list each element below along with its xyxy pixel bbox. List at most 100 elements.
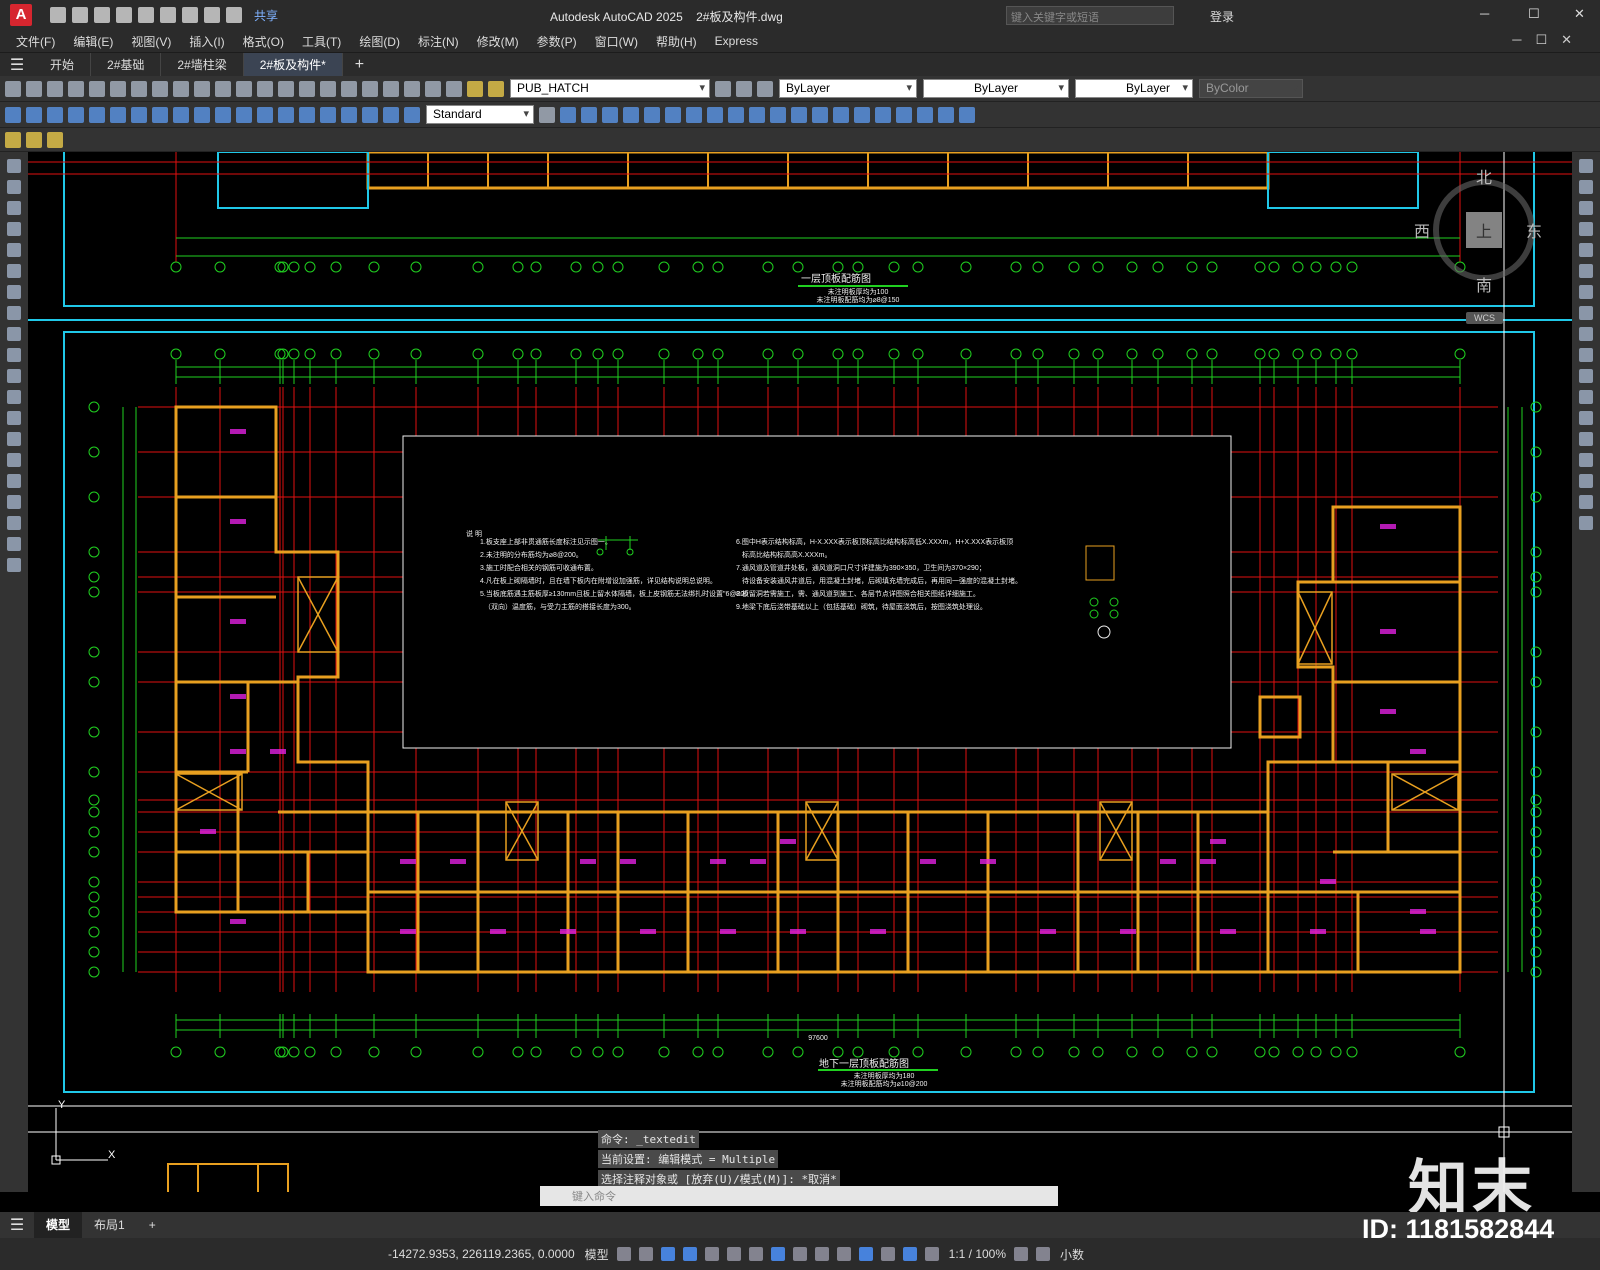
rotate-faces-icon[interactable] <box>707 106 723 123</box>
offset-icon[interactable] <box>1579 222 1593 236</box>
tab-slabs[interactable]: 2#板及构件* <box>243 52 343 77</box>
tab-start[interactable]: 开始 <box>34 52 92 77</box>
cursor-coordinates[interactable]: -14272.9353, 226119.2365, 0.0000 <box>388 1247 575 1261</box>
open-web-icon[interactable] <box>138 7 154 23</box>
linetype-dropdown[interactable]: ByLayer <box>923 79 1069 98</box>
polar-icon[interactable] <box>704 1247 719 1261</box>
document-window-controls[interactable]: ─☐✕ <box>1512 32 1586 48</box>
scale-icon[interactable] <box>1579 306 1593 320</box>
undo-tool-icon[interactable] <box>215 80 231 97</box>
spline-icon[interactable] <box>7 327 21 341</box>
save-icon[interactable] <box>94 7 110 23</box>
workspace-icon[interactable] <box>1014 1247 1029 1261</box>
transparency-icon[interactable] <box>814 1247 829 1261</box>
make-current-icon[interactable] <box>715 80 731 97</box>
point-icon[interactable] <box>7 432 21 446</box>
subtract-icon[interactable] <box>581 106 597 123</box>
layer-dropdown[interactable]: PUB_HATCH <box>510 79 710 98</box>
menu-tools[interactable]: 工具(T) <box>302 33 341 50</box>
dim-space-icon[interactable] <box>236 106 252 123</box>
autocad-logo-icon[interactable]: A <box>10 4 32 26</box>
new-icon[interactable] <box>5 80 21 97</box>
help-search-input[interactable]: 键入关键字或短语 <box>1006 6 1174 25</box>
wcs-button[interactable]: WCS <box>1466 312 1503 324</box>
erase-icon[interactable] <box>1579 159 1593 173</box>
check-icon[interactable] <box>875 106 891 123</box>
plus-icon[interactable] <box>1036 1247 1051 1261</box>
menu-file[interactable]: 文件(F) <box>16 33 55 50</box>
menu-window[interactable]: 窗口(W) <box>595 33 638 50</box>
dim-style-dropdown[interactable]: Standard <box>426 105 534 124</box>
paste-icon[interactable] <box>173 80 189 97</box>
block-editor-icon[interactable] <box>5 131 21 148</box>
polygon-icon[interactable] <box>7 222 21 236</box>
table-icon[interactable] <box>7 516 21 530</box>
print-icon[interactable] <box>68 80 84 97</box>
minimize-icon[interactable]: ─ <box>1480 6 1489 21</box>
dim-style-icon[interactable] <box>539 106 555 123</box>
color-faces-icon[interactable] <box>770 106 786 123</box>
layer-properties-icon[interactable] <box>446 80 462 97</box>
calculator-icon[interactable] <box>404 80 420 97</box>
units-dropdown[interactable]: 小数 <box>1060 1246 1084 1263</box>
viewcube-west[interactable]: 西 <box>1414 218 1430 242</box>
annotation-visibility-icon[interactable] <box>902 1247 917 1261</box>
xref-icon[interactable] <box>47 131 63 148</box>
redo-tool-icon[interactable] <box>236 80 252 97</box>
explode-icon[interactable] <box>1579 516 1593 530</box>
tab-foundation[interactable]: 2#基础 <box>91 52 162 77</box>
shell-icon[interactable] <box>854 106 870 123</box>
box-icon[interactable] <box>896 106 912 123</box>
break-icon[interactable] <box>1579 411 1593 425</box>
new-file-icon[interactable] <box>50 7 66 23</box>
union-icon[interactable] <box>560 106 576 123</box>
layer-on-icon[interactable] <box>467 80 483 97</box>
dim-break-icon[interactable] <box>257 106 273 123</box>
quick-dim-icon[interactable] <box>173 106 189 123</box>
inspection-icon[interactable] <box>320 106 336 123</box>
rectangle-icon[interactable] <box>7 243 21 257</box>
revcloud-icon[interactable] <box>7 306 21 320</box>
array-icon[interactable] <box>1579 243 1593 257</box>
drawing-canvas[interactable]: 一层顶板配筋图 未注明板厚均为100 未注明板配筋均为⌀8@150 说 明 1.… <box>28 152 1572 1192</box>
lineweight-icon[interactable] <box>792 1247 807 1261</box>
grid-icon[interactable] <box>616 1247 631 1261</box>
stretch-icon[interactable] <box>1579 327 1593 341</box>
diameter-icon[interactable] <box>131 106 147 123</box>
rotate-icon[interactable] <box>1579 285 1593 299</box>
angular-icon[interactable] <box>152 106 168 123</box>
line-icon[interactable] <box>7 159 21 173</box>
tolerance-icon[interactable] <box>278 106 294 123</box>
new-tab-icon[interactable]: + <box>343 56 376 74</box>
ortho-icon[interactable] <box>682 1247 697 1261</box>
fillet-icon[interactable] <box>1579 474 1593 488</box>
undo-icon[interactable] <box>204 7 220 23</box>
menu-format[interactable]: 格式(O) <box>243 33 284 50</box>
intersect-icon[interactable] <box>602 106 618 123</box>
auto-scale-icon[interactable] <box>924 1247 939 1261</box>
move-icon[interactable] <box>1579 264 1593 278</box>
plotstyle-dropdown[interactable]: ByColor <box>1199 79 1303 98</box>
extend-icon[interactable] <box>1579 369 1593 383</box>
mtext-icon[interactable] <box>7 537 21 551</box>
viewcube[interactable]: 北 南 东 西 上 <box>1414 170 1542 295</box>
ellipse-arc-icon[interactable] <box>7 369 21 383</box>
cylinder-icon[interactable] <box>959 106 975 123</box>
menu-parametric[interactable]: 参数(P) <box>537 33 577 50</box>
radius-icon[interactable] <box>89 106 105 123</box>
command-input[interactable]: 键入命令 <box>540 1186 1058 1206</box>
menu-modify[interactable]: 修改(M) <box>477 33 519 50</box>
delete-faces-icon[interactable] <box>686 106 702 123</box>
tab-layout1[interactable]: 布局1 <box>82 1212 137 1238</box>
preview-icon[interactable] <box>89 80 105 97</box>
break-point-icon[interactable] <box>1579 390 1593 404</box>
gradient-icon[interactable] <box>7 474 21 488</box>
zoom-window-icon[interactable] <box>299 80 315 97</box>
isodraft-icon[interactable] <box>726 1247 741 1261</box>
dim-text-edit-icon[interactable] <box>383 106 399 123</box>
viewcube-east[interactable]: 东 <box>1526 218 1542 242</box>
design-center-icon[interactable] <box>341 80 357 97</box>
layout-menu-icon[interactable]: ☰ <box>0 1215 34 1235</box>
layer-freeze-icon[interactable] <box>488 80 504 97</box>
chamfer-icon[interactable] <box>1579 453 1593 467</box>
